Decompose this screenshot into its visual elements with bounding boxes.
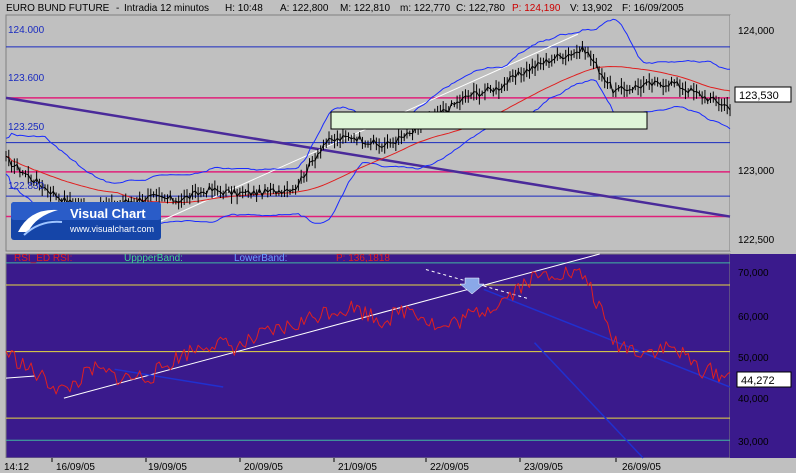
xtick-5: 22/09/05 bbox=[430, 462, 469, 473]
xtick-1: 16/09/05 bbox=[56, 462, 95, 473]
header-close: C: 122,780 bbox=[456, 3, 505, 14]
highlight-box[interactable] bbox=[330, 111, 648, 130]
last-price-tag-text: 123,530 bbox=[739, 90, 779, 102]
xtick-3: 20/09/05 bbox=[244, 462, 283, 473]
price-ytick-124000: 124,000 bbox=[738, 26, 775, 37]
level-label-123250: 123.250 bbox=[8, 122, 45, 133]
header-separator: - bbox=[116, 3, 119, 14]
xtick-6: 23/09/05 bbox=[524, 462, 563, 473]
header-instrument: EURO BUND FUTURE bbox=[6, 3, 110, 14]
level-label-123600: 123.600 bbox=[8, 73, 45, 84]
last-rsi-tag-text: 44,272 bbox=[741, 375, 775, 387]
header-high: H: 10:48 bbox=[225, 3, 263, 14]
header-timeframe: Intradia 12 minutos bbox=[124, 3, 209, 14]
rsi-legend-rsi: RSI_ED RSI: bbox=[14, 253, 72, 264]
xtick-7: 26/09/05 bbox=[622, 462, 661, 473]
rsi-legend-lower: LowerBand: bbox=[234, 253, 287, 264]
x-axis-bg bbox=[0, 458, 796, 473]
rsi-legend-upper: UppperBand: bbox=[124, 253, 183, 264]
level-label-124000: 124.000 bbox=[8, 25, 45, 36]
header-volume: V: 13,902 bbox=[570, 3, 613, 14]
chart-canvas: EURO BUND FUTURE - Intradia 12 minutos H… bbox=[0, 3, 796, 473]
rsi-ytick-60: 60,000 bbox=[738, 312, 769, 323]
header-max: M: 122,810 bbox=[340, 3, 390, 14]
header-min: m: 122,770 bbox=[400, 3, 450, 14]
xtick-4: 21/09/05 bbox=[338, 462, 377, 473]
logo-brand: Visual Chart bbox=[70, 206, 146, 221]
header-prev: P: 124,190 bbox=[512, 3, 561, 14]
rsi-legend-p: P: 136,1818 bbox=[336, 253, 390, 264]
logo-url: www.visualchart.com bbox=[69, 224, 154, 234]
visual-chart-logo: Visual Chart www.visualchart.com bbox=[11, 202, 161, 240]
price-ytick-123000: 123,000 bbox=[738, 166, 775, 177]
price-ytick-122500: 122,500 bbox=[738, 235, 775, 246]
rsi-ytick-50: 50,000 bbox=[738, 353, 769, 364]
rsi-ytick-70: 70,000 bbox=[738, 268, 769, 279]
xtick-2: 19/09/05 bbox=[148, 462, 187, 473]
price-axis-bg bbox=[730, 15, 796, 251]
rsi-ytick-30: 30,000 bbox=[738, 437, 769, 448]
xtick-0: 14:12 bbox=[4, 462, 29, 473]
header-date: F: 16/09/2005 bbox=[622, 3, 684, 14]
level-label-122830: 122.830 bbox=[8, 181, 45, 192]
header: EURO BUND FUTURE - Intradia 12 minutos H… bbox=[6, 3, 684, 14]
header-open: A: 122,800 bbox=[280, 3, 329, 14]
rsi-ytick-40: 40,000 bbox=[738, 394, 769, 405]
